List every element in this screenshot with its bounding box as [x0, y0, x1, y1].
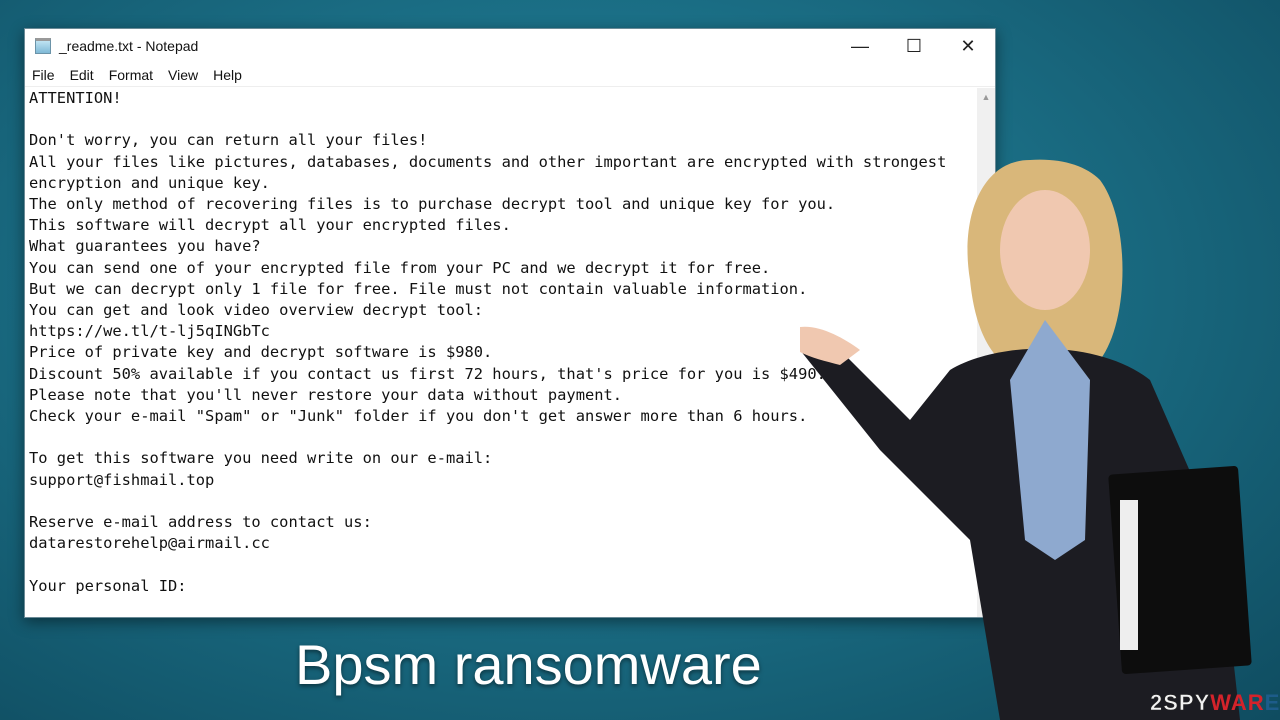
notepad-icon	[35, 38, 51, 54]
maximize-button[interactable]: ☐	[887, 36, 941, 57]
2spyware-logo: 2SPYWARE	[1150, 690, 1280, 716]
title-bar: _readme.txt - Notepad — ☐ ✕	[25, 29, 995, 63]
article-caption: Bpsm ransomware	[295, 633, 762, 696]
menu-edit[interactable]: Edit	[70, 67, 94, 83]
menu-view[interactable]: View	[168, 67, 198, 83]
close-button[interactable]: ✕	[941, 36, 995, 57]
logo-part: 2SPY	[1150, 690, 1211, 716]
logo-part: E	[1264, 690, 1280, 715]
menu-file[interactable]: File	[32, 67, 55, 83]
logo-part: WAR	[1210, 690, 1265, 715]
woman-presenter-image	[800, 159, 1252, 720]
menu-format[interactable]: Format	[109, 67, 153, 83]
minimize-button[interactable]: —	[833, 36, 887, 57]
menu-help[interactable]: Help	[213, 67, 242, 83]
menu-bar: File Edit Format View Help	[25, 63, 995, 87]
window-title: _readme.txt - Notepad	[59, 38, 199, 54]
scroll-up-arrow-icon[interactable]: ▲	[977, 92, 995, 102]
